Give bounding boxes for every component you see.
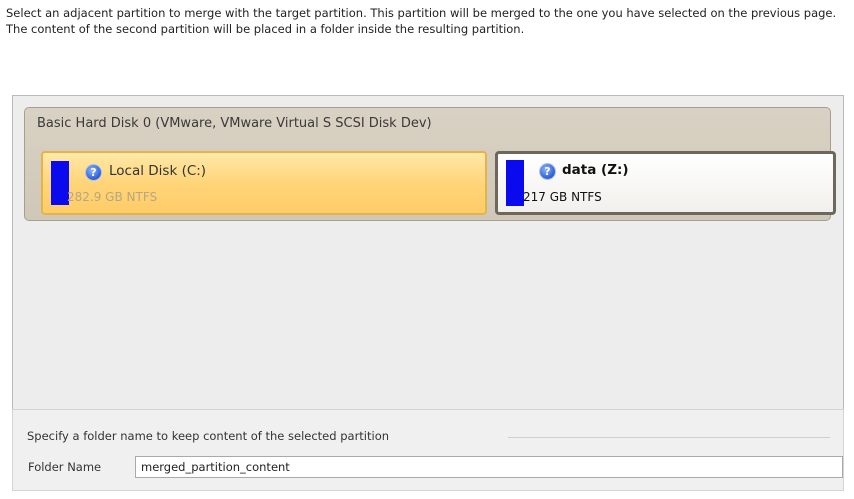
instruction-text: Select an adjacent partition to merge wi… <box>6 6 837 36</box>
disk-map-panel: Basic Hard Disk 0 (VMware, VMware Virtua… <box>12 95 844 409</box>
partition-size: 217 GB NTFS <box>523 190 602 204</box>
partition-local-disk-c[interactable]: ? Local Disk (C:) 282.9 GB NTFS <box>41 151 487 215</box>
folder-name-input[interactable] <box>135 456 843 478</box>
legend-divider <box>508 437 830 438</box>
disk-0-group: Basic Hard Disk 0 (VMware, VMware Virtua… <box>24 107 836 221</box>
partition-name: Local Disk (C:) <box>109 163 207 179</box>
partition-data-z[interactable]: ? data (Z:) 217 GB NTFS <box>495 151 836 215</box>
folder-name-section: Specify a folder name to keep content of… <box>12 409 844 491</box>
merge-partition-page: Select an adjacent partition to merge wi… <box>0 0 854 499</box>
help-icon: ? <box>540 164 555 179</box>
folder-section-legend: Specify a folder name to keep content of… <box>27 429 390 443</box>
partition-name: data (Z:) <box>562 162 629 178</box>
partition-usage-bar <box>506 160 524 206</box>
partition-size: 282.9 GB NTFS <box>67 190 158 204</box>
folder-name-label: Folder Name <box>28 460 102 474</box>
help-icon: ? <box>86 165 101 180</box>
disk-title: Basic Hard Disk 0 (VMware, VMware Virtua… <box>37 116 432 131</box>
